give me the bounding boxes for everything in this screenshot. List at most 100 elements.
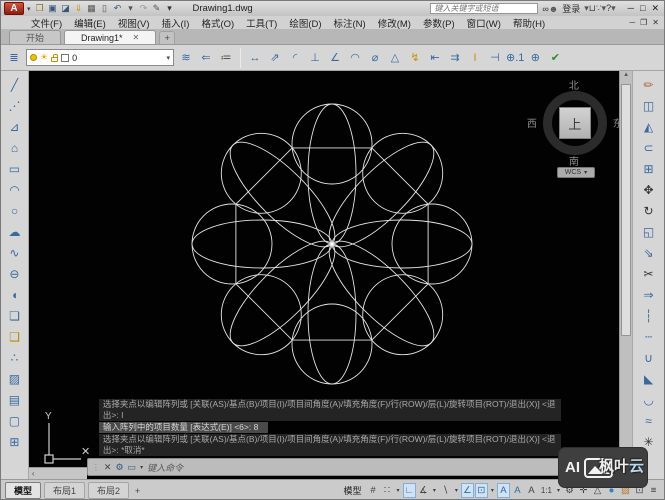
layout-tab-模型[interactable]: 模型 <box>5 482 41 499</box>
layer-properties-manager-icon[interactable]: ≣ <box>4 47 24 69</box>
osnap-icon[interactable]: ⊡ <box>475 483 488 498</box>
create-block-icon[interactable]: ❑ <box>2 326 26 347</box>
drawing-canvas[interactable]: 上 北 南 西 东 WCS▾ Y ✕ 选择夹点以编辑阵列或 [关联(AS)/基点… <box>29 71 619 479</box>
chamfer-icon[interactable]: ◣ <box>637 368 661 389</box>
menu-item-7[interactable]: 标注(N) <box>328 16 372 30</box>
wcs-button[interactable]: WCS▾ <box>557 167 595 178</box>
menu-item-11[interactable]: 帮助(H) <box>507 16 551 30</box>
point-icon[interactable]: ∴ <box>2 347 26 368</box>
array-icon[interactable]: ⊞ <box>637 158 661 179</box>
doc-restore-icon[interactable]: ❐ <box>640 18 647 27</box>
aligned-dimension-icon[interactable]: ⇗ <box>265 47 285 69</box>
rectangle-icon[interactable]: ▭ <box>2 158 26 179</box>
scale-icon[interactable]: ◱ <box>637 221 661 242</box>
menu-item-6[interactable]: 绘图(D) <box>283 16 327 30</box>
join-icon[interactable]: ∪ <box>637 347 661 368</box>
open-icon[interactable]: ❐ <box>34 2 46 15</box>
vertical-scrollbar[interactable]: ▲ <box>619 71 632 479</box>
fillet-icon[interactable]: ◡ <box>637 389 661 410</box>
undo-dropdown-icon[interactable]: ▾ <box>125 2 137 15</box>
ordinate-icon[interactable]: ⊥ <box>305 47 325 69</box>
menu-item-2[interactable]: 视图(V) <box>112 16 156 30</box>
arc-length-icon[interactable]: ◜ <box>285 47 305 69</box>
mirror-icon[interactable]: ◭ <box>637 116 661 137</box>
menu-item-10[interactable]: 窗口(W) <box>461 16 507 30</box>
autoscale-icon[interactable]: A <box>511 483 524 498</box>
annotation-scale-icon[interactable]: A <box>525 483 538 498</box>
plot-icon[interactable]: ▦ <box>86 2 98 15</box>
scroll-left-icon[interactable]: ‹ <box>32 469 35 478</box>
recent-commands-icon[interactable]: ▭ <box>128 462 137 473</box>
menu-item-8[interactable]: 修改(M) <box>372 16 417 30</box>
center-mark-icon[interactable]: ⊕ <box>525 47 545 69</box>
model-space-label[interactable]: 模型 <box>339 484 365 497</box>
revcloud-icon[interactable]: ☁ <box>2 221 26 242</box>
new-layout-button[interactable]: + <box>131 486 144 496</box>
search-input[interactable] <box>430 3 538 14</box>
osnap-dropdown-icon[interactable]: ▾ <box>489 483 496 498</box>
help-dropdown-icon[interactable]: ▾ <box>611 3 616 13</box>
recent-commands-caret-icon[interactable]: ▾ <box>140 464 143 471</box>
ellipse-arc-icon[interactable]: ◖ <box>2 284 26 305</box>
region-icon[interactable]: ▢ <box>2 410 26 431</box>
viewcube-south-label[interactable]: 南 <box>569 153 579 168</box>
polygon-icon[interactable]: ⌂ <box>2 137 26 158</box>
table-icon[interactable]: ⊞ <box>2 431 26 452</box>
doc-close-icon[interactable]: ✕ <box>652 18 659 27</box>
qat-customize-icon[interactable]: ▾ <box>164 2 176 15</box>
angular-icon[interactable]: ∠ <box>325 47 345 69</box>
viewcube-north-label[interactable]: 北 <box>569 77 579 92</box>
save-icon[interactable]: ▣ <box>47 2 59 15</box>
undo-icon[interactable]: ↶ <box>112 2 124 15</box>
menu-item-1[interactable]: 编辑(E) <box>68 16 112 30</box>
snap-dropdown-icon[interactable]: ▾ <box>394 483 401 498</box>
isodraft-dropdown-icon[interactable]: ▾ <box>453 483 460 498</box>
layer-combo-caret-icon[interactable]: ▾ <box>166 54 170 62</box>
tab-start[interactable]: 开始 <box>9 30 61 44</box>
maximize-icon[interactable]: □ <box>640 3 645 14</box>
command-input-bar[interactable]: ⋮ ✕ ⚙ ▭ ▾ 键入命令 <box>87 458 561 476</box>
blend-icon[interactable]: ≈ <box>637 410 661 431</box>
copy-icon[interactable]: ◫ <box>637 95 661 116</box>
doc-minimize-icon[interactable]: ─ <box>629 18 635 27</box>
polar-tracking-icon[interactable]: ∡ <box>417 483 430 498</box>
linear-dimension-icon[interactable]: ↔ <box>245 47 265 69</box>
quick-dimension-icon[interactable]: ↯ <box>405 47 425 69</box>
break-icon[interactable]: ┄ <box>637 326 661 347</box>
annotation-scale-value[interactable]: 1:1 <box>539 483 554 498</box>
viewcube-west-label[interactable]: 西 <box>527 115 537 130</box>
layer-combo[interactable]: ☀ 0 ▾ <box>26 49 174 66</box>
command-grip-icon[interactable]: ⋮ <box>92 463 100 472</box>
cart-icon[interactable]: ⊔ <box>589 3 596 13</box>
wrench-customize-icon[interactable]: ⚙ <box>115 462 123 473</box>
rotate-icon[interactable]: ↻ <box>637 200 661 221</box>
menu-item-5[interactable]: 工具(T) <box>240 16 283 30</box>
ellipse-icon[interactable]: ⊖ <box>2 263 26 284</box>
polyline-icon[interactable]: ⊿ <box>2 116 26 137</box>
menu-item-0[interactable]: 文件(F) <box>25 16 68 30</box>
menu-item-4[interactable]: 格式(O) <box>195 16 240 30</box>
otrack-icon[interactable]: ∠ <box>461 483 474 498</box>
user-icon[interactable]: ☻ <box>549 4 558 14</box>
radius-icon[interactable]: ◠ <box>345 47 365 69</box>
saveas-icon[interactable]: ◪ <box>60 2 72 15</box>
dim-break-icon[interactable]: ⊣ <box>485 47 505 69</box>
layout-tab-布局1[interactable]: 布局1 <box>44 482 85 499</box>
layer-states-icon[interactable]: ≋ <box>176 47 196 69</box>
tab-close-icon[interactable]: ✕ <box>133 33 140 42</box>
erase-icon[interactable]: ✏ <box>637 74 661 95</box>
snap-icon[interactable]: ∷ <box>380 483 393 498</box>
line-icon[interactable]: ╱ <box>2 74 26 95</box>
app-menu-caret-icon[interactable]: ▾ <box>27 5 31 13</box>
layer-previous-icon[interactable]: ⇐ <box>196 47 216 69</box>
move-icon[interactable]: ✥ <box>637 179 661 200</box>
polar-dropdown-icon[interactable]: ▾ <box>431 483 438 498</box>
jogged-icon[interactable]: △ <box>385 47 405 69</box>
arc-icon[interactable]: ◠ <box>2 179 26 200</box>
continue-icon[interactable]: ⇉ <box>445 47 465 69</box>
layer-list-icon[interactable]: ≔ <box>216 47 236 69</box>
scroll-up-icon[interactable]: ▲ <box>620 72 632 78</box>
redo-icon[interactable]: ↷ <box>138 2 150 15</box>
minimize-icon[interactable]: ─ <box>628 3 634 14</box>
stretch-icon[interactable]: ⇘ <box>637 242 661 263</box>
